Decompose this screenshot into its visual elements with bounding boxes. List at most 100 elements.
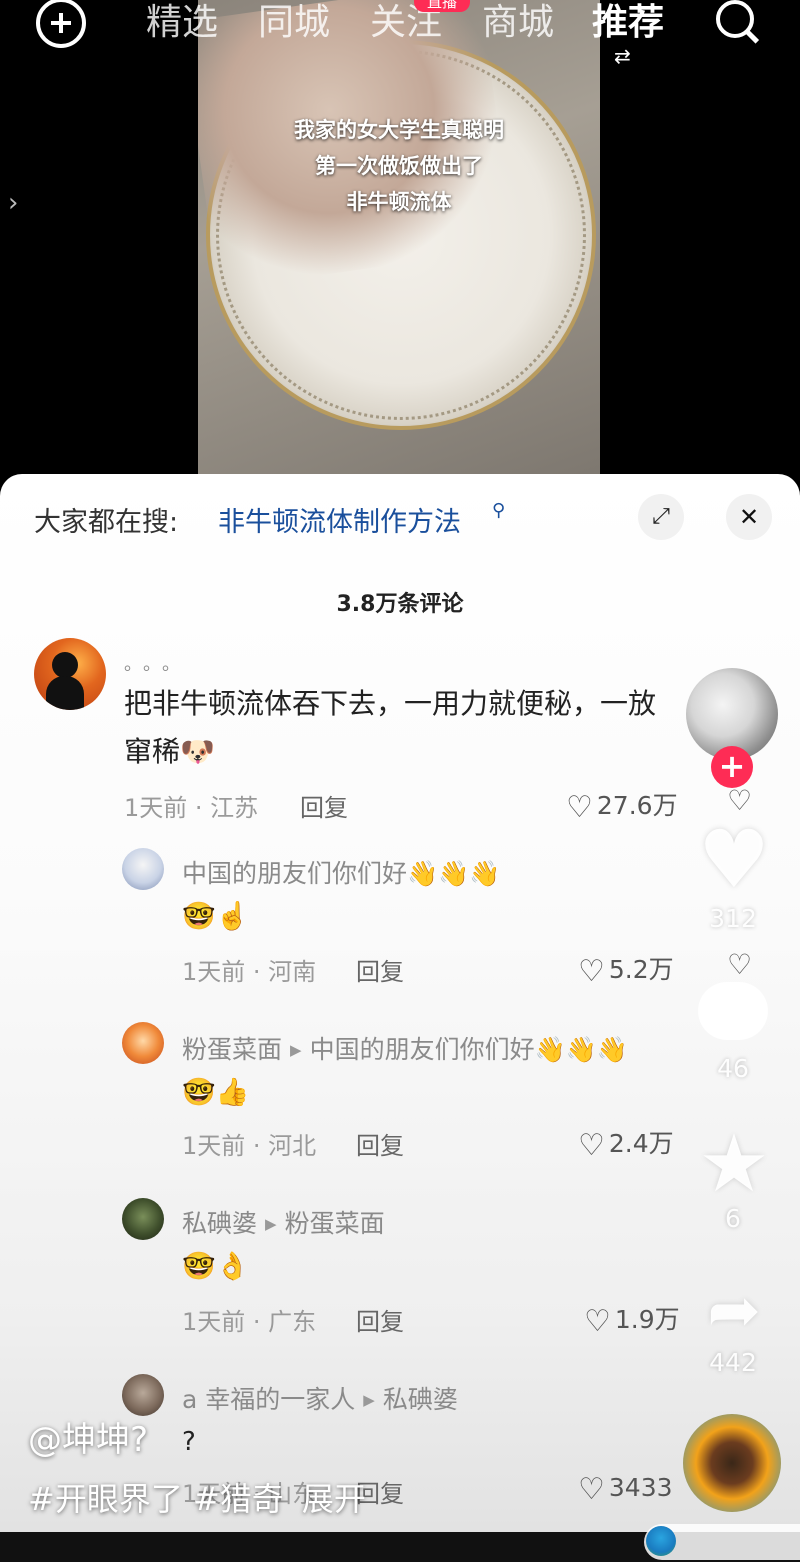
share-arrow-icon[interactable]: ➦ bbox=[694, 1276, 774, 1346]
expand-caption-button[interactable]: 展开 bbox=[302, 1480, 366, 1518]
author-handle[interactable]: @坤坤? bbox=[28, 1412, 148, 1461]
expand-button[interactable]: ⤢ bbox=[638, 494, 684, 540]
hashtags: #开眼界了 #猎奇 展开 bbox=[28, 1474, 366, 1520]
reply-author[interactable]: 粉蛋菜面 ▶ 中国的朋友们你们好👋👋👋 bbox=[182, 1030, 628, 1066]
like-count: 27.6万 bbox=[596, 791, 678, 820]
suggested-search-link[interactable]: 非牛顿流体制作方法 bbox=[218, 500, 461, 539]
tab-mall[interactable]: 商城 bbox=[482, 0, 554, 46]
reply-button[interactable]: 回复 bbox=[356, 1126, 404, 1161]
comment-text: 把非牛顿流体吞下去，一用力就便秘，一放 bbox=[124, 687, 657, 720]
play-arrow-icon: ▶ bbox=[290, 1041, 302, 1059]
comment-count: 3.8万条评论 bbox=[336, 592, 464, 617]
reply-to-name: 私碘婆 bbox=[382, 1385, 458, 1414]
comment-location: 江苏 bbox=[210, 794, 259, 822]
switch-icon[interactable]: ⇄ bbox=[614, 44, 631, 68]
wave-emoji: 👋👋👋 bbox=[534, 1035, 628, 1064]
play-arrow-icon: ▶ bbox=[265, 1215, 277, 1233]
reply-author[interactable]: 中国的朋友们你们好👋👋👋 bbox=[182, 854, 500, 890]
reply-button[interactable]: 回复 bbox=[356, 1302, 404, 1337]
tab-recommend[interactable]: 推荐 bbox=[592, 0, 664, 46]
video-caption-line: 非牛顿流体 bbox=[346, 190, 452, 214]
reply-text: ? bbox=[182, 1427, 196, 1457]
avatar[interactable] bbox=[122, 848, 164, 890]
avatar[interactable] bbox=[34, 638, 106, 710]
video-caption-line: 第一次做饭做出了 bbox=[315, 154, 483, 178]
close-button[interactable]: ✕ bbox=[726, 494, 772, 540]
live-badge: 直播 bbox=[414, 0, 470, 12]
wave-emoji: 👋👋👋 bbox=[407, 859, 501, 888]
reply-meta: 1天前 · 河南 bbox=[182, 958, 317, 986]
plus-circle-icon[interactable] bbox=[36, 0, 86, 48]
avatar[interactable] bbox=[122, 1374, 164, 1416]
tab-nearby[interactable]: 同城 bbox=[258, 0, 330, 46]
like-count: 3433 bbox=[608, 1473, 673, 1502]
like-button[interactable]: ♡ 1.9万 bbox=[584, 1300, 680, 1339]
top-navigation: 精选 同城 关注 直播 商城 推荐 ⇄ bbox=[0, 0, 800, 70]
hashtag-text[interactable]: #开眼界了 #猎奇 bbox=[28, 1480, 284, 1518]
video-player[interactable]: 我家的女大学生真聪明 第一次做饭做出了 非牛顿流体 › bbox=[0, 0, 800, 480]
reply-time: 1天前 bbox=[182, 1132, 246, 1160]
like-count: 2.4万 bbox=[608, 1129, 674, 1158]
comment-author[interactable]: 。。。 bbox=[124, 650, 190, 676]
heart-icon: ♡ bbox=[578, 1472, 605, 1507]
reply-author-name: 私碘婆 bbox=[182, 1209, 258, 1238]
reply-author[interactable]: 私碘婆 ▶ 粉蛋菜面 bbox=[182, 1204, 385, 1240]
bottom-bar bbox=[0, 1524, 800, 1562]
comment-meta: 1天前 · 江苏 bbox=[124, 794, 259, 822]
reply-author-name: a 幸福的一家人 bbox=[182, 1385, 356, 1414]
like-count: 1.9万 bbox=[614, 1305, 680, 1334]
heart-icon[interactable]: ♥ bbox=[696, 820, 772, 900]
comment-total: 46 bbox=[717, 1054, 749, 1083]
reply-location: 河北 bbox=[268, 1132, 317, 1160]
heart-icon: ♡ bbox=[578, 954, 605, 989]
reply-location: 广东 bbox=[268, 1308, 317, 1336]
comment-text-line: 窜稀 bbox=[124, 735, 181, 768]
music-disc[interactable] bbox=[683, 1414, 781, 1512]
avatar[interactable] bbox=[122, 1022, 164, 1064]
follow-button[interactable]: + bbox=[711, 746, 753, 788]
reply-button[interactable]: 回复 bbox=[300, 788, 348, 823]
search-prefix-label: 大家都在搜: bbox=[34, 507, 179, 538]
heart-icon: ♡ bbox=[566, 790, 593, 825]
video-caption-line: 我家的女大学生真聪明 bbox=[294, 118, 504, 142]
play-arrow-icon: ▶ bbox=[363, 1391, 375, 1409]
comment-sheet: 大家都在搜: 非牛顿流体制作方法 ⚲ ⤢ ✕ 3.8万条评论 。。。 把非牛顿流… bbox=[0, 474, 800, 1532]
reply-button[interactable]: 回复 bbox=[356, 952, 404, 987]
reply-to-name: 粉蛋菜面 bbox=[284, 1209, 385, 1238]
reply-time: 1天前 bbox=[182, 1308, 246, 1336]
close-icon: ✕ bbox=[738, 503, 760, 531]
reply-meta: 1天前 · 广东 bbox=[182, 1308, 317, 1336]
broken-heart-icon[interactable]: ♡ bbox=[727, 948, 752, 981]
like-count: 5.2万 bbox=[608, 955, 674, 984]
reply-author-name: 中国的朋友们你们好 bbox=[182, 859, 408, 888]
reply-meta: 1天前 · 河北 bbox=[182, 1132, 317, 1160]
search-icon[interactable] bbox=[716, 0, 762, 46]
site-watermark bbox=[644, 1524, 800, 1560]
avatar[interactable] bbox=[122, 1198, 164, 1240]
suggested-search-row: 大家都在搜: 非牛顿流体制作方法 ⚲ ⤢ ✕ bbox=[0, 474, 800, 560]
star-icon[interactable]: ★ bbox=[694, 1124, 774, 1204]
share-total: 442 bbox=[709, 1348, 757, 1377]
like-button[interactable]: ♡ 3433 bbox=[578, 1472, 673, 1507]
like-button[interactable]: ♡ 5.2万 bbox=[578, 950, 674, 989]
heart-icon: ♡ bbox=[578, 1128, 605, 1163]
like-button[interactable]: ♡ 27.6万 bbox=[566, 786, 678, 825]
reply-text: 🤓☝️ bbox=[182, 901, 250, 932]
reply-author[interactable]: a 幸福的一家人 ▶ 私碘婆 bbox=[182, 1380, 458, 1416]
expand-icon: ⤢ bbox=[652, 504, 670, 529]
search-icon: ⚲ bbox=[492, 500, 506, 521]
reply-author-name: 粉蛋菜面 bbox=[182, 1035, 283, 1064]
reply-to-name: 中国的朋友们你们好 bbox=[309, 1035, 535, 1064]
tab-featured[interactable]: 精选 bbox=[146, 0, 218, 46]
dog-emoji: 🐶 bbox=[180, 735, 215, 768]
chevron-right-icon[interactable]: › bbox=[8, 188, 18, 218]
reply-text: 🤓👌 bbox=[182, 1251, 250, 1282]
like-button[interactable]: ♡ 2.4万 bbox=[578, 1124, 674, 1163]
video-caption: 我家的女大学生真聪明 第一次做饭做出了 非牛顿流体 bbox=[198, 112, 600, 220]
like-total: 312 bbox=[709, 904, 757, 933]
comment-time: 1天前 bbox=[124, 794, 188, 822]
favorite-total: 6 bbox=[725, 1204, 741, 1233]
comment-bubble-icon[interactable] bbox=[698, 982, 768, 1040]
comment-text: 窜稀🐶 bbox=[124, 726, 215, 778]
video-frame: 我家的女大学生真聪明 第一次做饭做出了 非牛顿流体 bbox=[198, 0, 600, 480]
